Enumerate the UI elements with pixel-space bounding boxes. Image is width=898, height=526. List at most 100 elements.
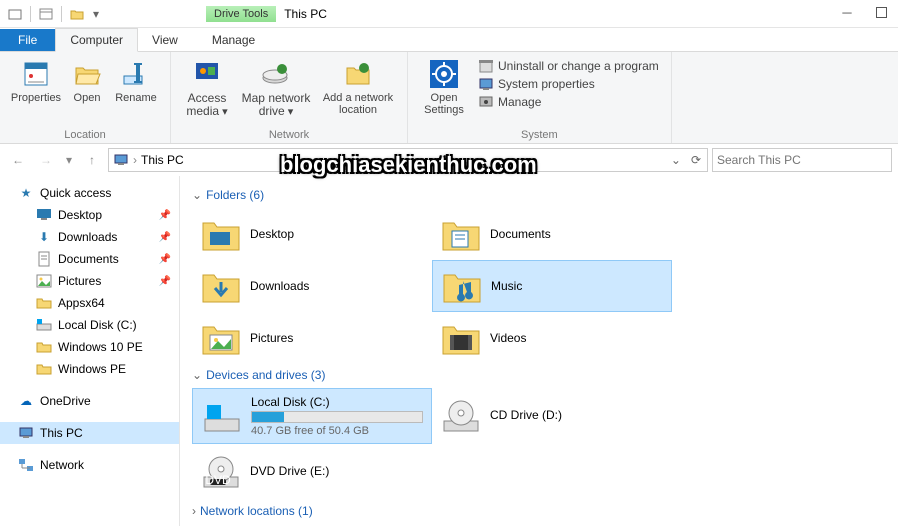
open-settings-button[interactable]: Open Settings (416, 56, 472, 118)
network-icon (18, 457, 34, 473)
recent-dropdown[interactable]: ▾ (62, 148, 76, 172)
address-dropdown-icon[interactable]: ⌄ (667, 153, 685, 167)
videos-folder-icon (440, 317, 482, 359)
folder-documents[interactable]: Documents (432, 208, 672, 260)
search-field[interactable] (712, 148, 892, 172)
properties-button[interactable]: Properties (8, 56, 64, 106)
manage-icon (478, 94, 494, 110)
folder-icon (36, 295, 52, 311)
thispc-icon (18, 425, 34, 441)
watermark-text: blogchiasekienthuc.com (280, 152, 537, 178)
folder-downloads[interactable]: Downloads (192, 260, 432, 312)
folder-music[interactable]: Music (432, 260, 672, 312)
ribbon-group-location: Properties Open Rename Location (0, 52, 171, 143)
minimize-button[interactable]: ─ (830, 0, 864, 24)
up-button[interactable]: ↑ (80, 148, 104, 172)
back-button[interactable]: ← (6, 148, 30, 172)
map-drive-button[interactable]: Map network drive ▾ (237, 56, 315, 120)
ribbon-group-network: Access media ▾ Map network drive ▾ Add a… (171, 52, 408, 143)
ribbon-group-system: Open Settings Uninstall or change a prog… (408, 52, 672, 143)
chevron-down-icon: ⌄ (192, 188, 202, 202)
nav-documents[interactable]: Documents📌 (0, 248, 179, 270)
thispc-icon (113, 152, 129, 168)
tab-file[interactable]: File (0, 29, 55, 51)
access-media-button[interactable]: Access media ▾ (179, 56, 235, 120)
tab-view[interactable]: View (138, 29, 192, 51)
system-props-button[interactable]: System properties (478, 76, 659, 92)
properties-icon (20, 58, 52, 90)
tab-computer[interactable]: Computer (55, 28, 138, 52)
search-input[interactable] (717, 153, 887, 167)
access-media-icon (191, 58, 223, 90)
drive-local-c[interactable]: Local Disk (C:) 40.7 GB free of 50.4 GB (192, 388, 432, 444)
contextual-tab-label: Drive Tools (206, 6, 276, 22)
pin-icon: 📌 (159, 210, 171, 221)
pictures-icon (36, 273, 52, 289)
section-drives[interactable]: ⌄Devices and drives (3) (192, 368, 886, 382)
pin-icon: 📌 (159, 254, 171, 265)
nav-this-pc[interactable]: This PC (0, 422, 179, 444)
nav-appsx64[interactable]: Appsx64 (0, 292, 179, 314)
nav-onedrive[interactable]: ☁OneDrive (0, 390, 179, 412)
open-icon (71, 58, 103, 90)
properties-qat-icon[interactable] (35, 3, 57, 25)
chevron-down-icon: ⌄ (192, 368, 202, 382)
uninstall-icon (478, 58, 494, 74)
uninstall-button[interactable]: Uninstall or change a program (478, 58, 659, 74)
maximize-button[interactable] (864, 0, 898, 24)
add-location-button[interactable]: Add a network location (317, 56, 399, 118)
section-network-locations[interactable]: ›Network locations (1) (192, 504, 886, 518)
documents-folder-icon (440, 213, 482, 255)
add-location-icon (342, 58, 374, 90)
dvd-drive-icon: DVD (200, 451, 242, 493)
folder-desktop[interactable]: Desktop (192, 208, 432, 260)
desktop-folder-icon (200, 213, 242, 255)
pin-icon: 📌 (159, 232, 171, 243)
map-drive-icon (260, 58, 292, 90)
forward-button[interactable]: → (34, 148, 58, 172)
tab-manage[interactable]: Manage (198, 29, 269, 51)
nav-downloads[interactable]: ⬇Downloads📌 (0, 226, 179, 248)
rename-button[interactable]: Rename (110, 56, 162, 106)
section-folders[interactable]: ⌄Folders (6) (192, 188, 886, 202)
rename-icon (120, 58, 152, 90)
app-icon[interactable] (4, 3, 26, 25)
quick-access-toolbar: ▾ (0, 3, 106, 25)
open-button[interactable]: Open (66, 56, 108, 106)
desktop-icon (36, 207, 52, 223)
nav-quick-access[interactable]: ★Quick access (0, 182, 179, 204)
folder-videos[interactable]: Videos (432, 312, 672, 364)
drive-cd[interactable]: CD Drive (D:) (432, 388, 672, 444)
local-disk-icon (201, 395, 243, 437)
downloads-icon: ⬇ (36, 229, 52, 245)
documents-icon (36, 251, 52, 267)
manage-button[interactable]: Manage (478, 94, 659, 110)
drive-icon (36, 317, 52, 333)
nav-win10pe[interactable]: Windows 10 PE (0, 336, 179, 358)
nav-windowspe[interactable]: Windows PE (0, 358, 179, 380)
folder-icon (36, 361, 52, 377)
cd-drive-icon (440, 395, 482, 437)
title-bar: ▾ Drive Tools This PC ─ (0, 0, 898, 28)
onedrive-icon: ☁ (18, 393, 34, 409)
nav-desktop[interactable]: Desktop📌 (0, 204, 179, 226)
new-folder-qat-icon[interactable] (66, 3, 88, 25)
star-icon: ★ (18, 185, 34, 201)
ribbon-tabs: File Computer View Manage (0, 28, 898, 52)
nav-pictures[interactable]: Pictures📌 (0, 270, 179, 292)
folder-icon (36, 339, 52, 355)
refresh-icon[interactable]: ⟳ (687, 153, 705, 167)
chevron-right-icon: › (192, 504, 196, 518)
settings-gear-icon (428, 58, 460, 90)
drive-dvd[interactable]: DVD DVD Drive (E:) (192, 444, 432, 500)
nav-local-disk-c[interactable]: Local Disk (C:) (0, 314, 179, 336)
pictures-folder-icon (200, 317, 242, 359)
pin-icon: 📌 (159, 276, 171, 287)
nav-network[interactable]: Network (0, 454, 179, 476)
qat-dropdown-icon[interactable]: ▾ (90, 3, 102, 25)
folder-pictures[interactable]: Pictures (192, 312, 432, 364)
address-text: This PC (141, 153, 184, 167)
window-title: This PC (284, 7, 327, 21)
content-pane: ⌄Folders (6) Desktop Documents Downloads… (180, 176, 898, 526)
navigation-pane: ★Quick access Desktop📌 ⬇Downloads📌 Docum… (0, 176, 180, 526)
